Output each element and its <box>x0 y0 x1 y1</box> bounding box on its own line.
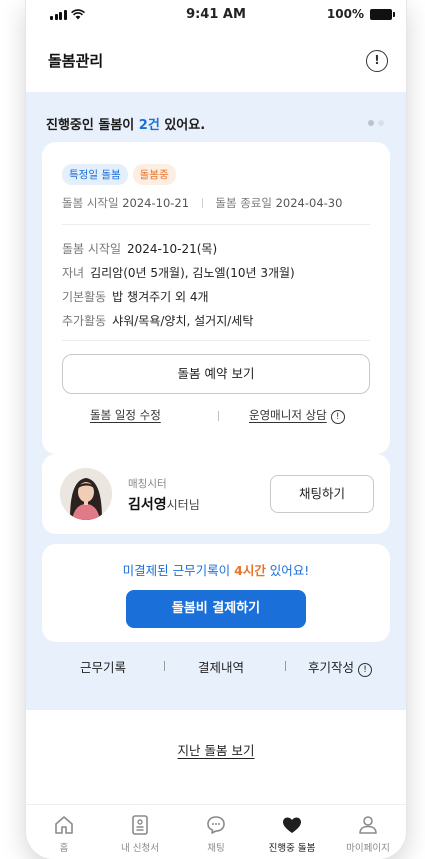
view-reservation-button[interactable]: 돌봄 예약 보기 <box>62 354 370 394</box>
divider <box>218 411 219 421</box>
record-links: 근무기록 결제내역 후기작성! <box>26 657 406 677</box>
person-icon <box>359 816 377 834</box>
in-progress-title: 진행중인 돌봄이 2건 있어요. <box>46 114 205 133</box>
app-header: 돌봄관리 ! <box>26 38 406 80</box>
end-date-label: 돌봄 종료일 <box>215 196 272 210</box>
application-icon <box>132 815 148 835</box>
info-value: 밥 챙겨주기 외 4개 <box>112 290 209 304</box>
end-date-value: 2024-04-30 <box>275 196 343 210</box>
sitter-name-value: 김서영 <box>128 497 167 513</box>
payment-history-link[interactable]: 결제내역 <box>198 657 244 676</box>
work-record-link[interactable]: 근무기록 <box>80 657 126 676</box>
carousel-dot-active <box>368 120 374 126</box>
carousel-dot <box>378 120 384 126</box>
in-progress-title-suffix: 있어요. <box>159 118 206 133</box>
tab-label: 내 신청서 <box>121 843 159 854</box>
divider <box>285 661 286 671</box>
divider <box>164 661 165 671</box>
start-date-label: 돌봄 시작일 <box>62 196 119 210</box>
info-value: 김리암(0년 5개월), 김노엘(10년 3개월) <box>90 266 295 280</box>
tab-mypage[interactable]: 마이페이지 <box>330 805 406 859</box>
in-progress-count: 2건 <box>138 118 160 133</box>
care-type-badge: 특정일 돌봄 <box>62 164 128 185</box>
care-badges: 특정일 돌봄 돌봄중 <box>62 164 176 185</box>
start-date-value: 2024-10-21 <box>122 196 190 210</box>
payment-card: 미결제된 근무기록이 4시간 있어요! 돌봄비 결제하기 <box>42 544 390 642</box>
tab-bar: 홈 내 신청서 채팅 진행중 돌봄 마이페이지 <box>26 804 406 859</box>
in-progress-title-prefix: 진행중인 돌봄이 <box>46 118 139 133</box>
carousel-indicator[interactable] <box>368 120 384 126</box>
sitter-name: 김서영시터님 <box>128 494 200 514</box>
sitter-card: 매칭시터 김서영시터님 채팅하기 <box>42 454 390 534</box>
info-row-basic-activity: 기본활동 밥 챙겨주기 외 4개 <box>62 288 209 305</box>
sitter-suffix: 시터님 <box>166 498 200 512</box>
info-label: 돌봄 시작일 <box>62 242 122 256</box>
tab-label: 진행중 돌봄 <box>268 843 316 854</box>
info-icon: ! <box>358 663 373 677</box>
care-card: 특정일 돌봄 돌봄중 돌봄 시작일 2024-10-21 돌봄 종료일 2024… <box>42 142 390 454</box>
phone-screen: 9:41 AM 100% 돌봄관리 ! 진행중인 돌봄이 2건 있어요. 특정일… <box>26 0 406 859</box>
consult-manager-link[interactable]: 운영매니저 상담! <box>249 407 345 424</box>
care-status-badge: 돌봄중 <box>132 164 176 185</box>
info-label: 기본활동 <box>62 290 107 304</box>
battery-percent: 100% <box>326 7 364 21</box>
tab-in-progress-care[interactable]: 진행중 돌봄 <box>254 805 330 859</box>
info-row-children: 자녀 김리암(0년 5개월), 김노엘(10년 3개월) <box>62 264 295 281</box>
chat-icon <box>207 816 225 834</box>
consult-manager-label: 운영매니저 상담 <box>249 408 327 422</box>
unpaid-hours: 4시간 <box>234 563 266 578</box>
unpaid-suffix: 있어요! <box>265 563 310 578</box>
info-row-start: 돌봄 시작일 2024-10-21(목) <box>62 240 217 257</box>
divider <box>201 198 203 208</box>
tab-label: 마이페이지 <box>346 843 390 854</box>
status-bar: 9:41 AM 100% <box>26 0 406 30</box>
sitter-photo <box>60 468 112 520</box>
unpaid-prefix: 미결제된 근무기록이 <box>122 563 235 578</box>
divider <box>62 224 370 225</box>
tab-home[interactable]: 홈 <box>26 805 102 859</box>
tab-chat[interactable]: 채팅 <box>178 805 254 859</box>
battery-icon <box>370 8 395 20</box>
battery-group: 100% <box>326 7 395 21</box>
info-icon: ! <box>330 410 345 424</box>
info-value: 2024-10-21(목) <box>127 242 218 256</box>
past-care: 지난 돌봄 보기 <box>26 740 406 759</box>
care-card-links: 돌봄 일정 수정 운영매니저 상담! <box>42 407 390 427</box>
chat-button[interactable]: 채팅하기 <box>270 475 374 513</box>
page-title: 돌봄관리 <box>48 52 104 70</box>
tab-label: 채팅 <box>207 843 225 854</box>
review-label: 후기작성 <box>308 660 355 675</box>
edit-schedule-link[interactable]: 돌봄 일정 수정 <box>90 407 161 423</box>
home-icon <box>55 816 73 834</box>
unpaid-message: 미결제된 근무기록이 4시간 있어요! <box>42 560 390 579</box>
heart-icon <box>283 817 301 833</box>
info-icon[interactable]: ! <box>366 50 388 72</box>
divider <box>62 340 370 341</box>
care-period: 돌봄 시작일 2024-10-21 돌봄 종료일 2024-04-30 <box>62 195 342 211</box>
info-label: 추가활동 <box>62 314 107 328</box>
sitter-sub-label: 매칭시터 <box>128 478 167 490</box>
tab-label: 홈 <box>59 843 69 854</box>
past-care-link[interactable]: 지난 돌봄 보기 <box>178 743 255 758</box>
info-row-extra-activity: 추가활동 샤워/목욕/양치, 설거지/세탁 <box>62 312 253 329</box>
pay-button[interactable]: 돌봄비 결제하기 <box>126 590 306 628</box>
review-link[interactable]: 후기작성! <box>308 657 373 677</box>
info-value: 샤워/목욕/양치, 설거지/세탁 <box>112 314 254 328</box>
in-progress-section: 진행중인 돌봄이 2건 있어요. 특정일 돌봄 돌봄중 돌봄 시작일 2024-… <box>26 92 406 710</box>
tab-application[interactable]: 내 신청서 <box>102 805 178 859</box>
avatar <box>60 468 112 520</box>
info-label: 자녀 <box>62 266 85 280</box>
